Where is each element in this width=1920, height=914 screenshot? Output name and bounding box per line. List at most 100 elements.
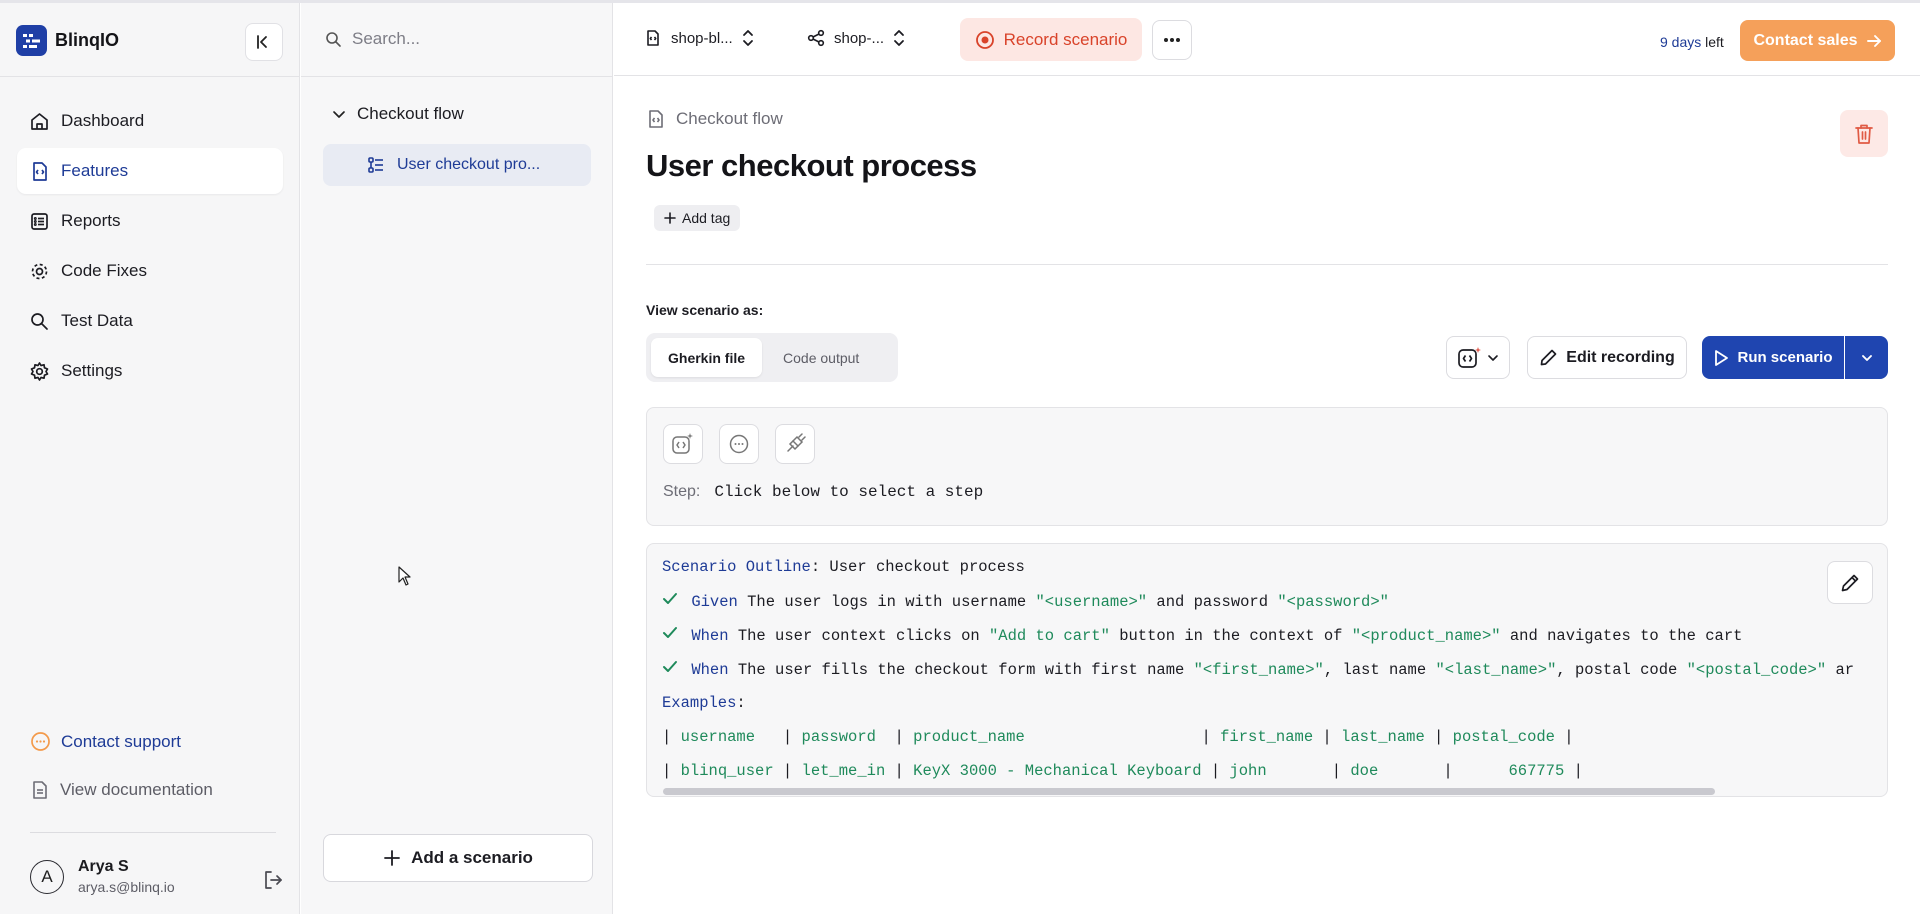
nav-label-settings: Settings [61, 361, 123, 380]
home-icon [31, 112, 48, 130]
breadcrumb[interactable]: Checkout flow [646, 109, 783, 129]
search-input[interactable]: Search... [325, 29, 420, 49]
gherkin-step[interactable]: When The user fills the checkout form wi… [662, 660, 1854, 679]
tree-folder-checkout-flow[interactable]: Checkout flow [331, 104, 464, 124]
step-text: and navigates to the cart [1500, 627, 1743, 645]
nav-item-code-fixes[interactable]: Code Fixes [17, 248, 283, 294]
table-cell: first_name [1220, 728, 1314, 746]
tree-item-label: User checkout pro... [397, 156, 541, 173]
user-profile[interactable]: A Arya S arya.s@blinq.io [30, 858, 175, 895]
nav-item-features[interactable]: Features [17, 148, 283, 194]
table-cell: john [1229, 762, 1323, 780]
view-documentation-link[interactable]: View documentation [30, 780, 213, 800]
step-keyword: When [691, 661, 729, 679]
project-selector[interactable]: shop-bl... [644, 29, 754, 47]
comment-step-button[interactable] [719, 424, 759, 464]
nav-label-dashboard: Dashboard [61, 111, 145, 130]
logout-button[interactable] [262, 869, 284, 896]
step-text: , last name [1323, 661, 1436, 679]
gherkin-step[interactable]: When The user context clicks on "Add to … [662, 626, 1742, 645]
nav-item-dashboard[interactable]: Dashboard [17, 98, 283, 144]
step-text: The user fills the checkout form with fi… [728, 661, 1194, 679]
gherkin-editor[interactable]: Scenario Outline: User checkout process … [646, 543, 1888, 797]
more-options-button[interactable] [1152, 20, 1192, 60]
project-name: shop-bl... [671, 29, 733, 47]
updown-chevron-icon [742, 30, 753, 46]
branch-name: shop-... [834, 29, 885, 47]
scenario-outline-line[interactable]: Scenario Outline: User checkout process [662, 558, 1025, 576]
logo-icon [16, 25, 47, 56]
edit-gherkin-button[interactable] [1827, 561, 1873, 604]
trial-status: 9 days left [1660, 34, 1724, 50]
list-icon [31, 212, 48, 230]
tab-code-output[interactable]: Code output [766, 338, 876, 377]
horizontal-scrollbar[interactable] [663, 788, 1715, 795]
table-cell: KeyX 3000 - Mechanical Keyboard [913, 762, 1202, 780]
view-as-label: View scenario as: [646, 302, 764, 318]
table-cell: postal_code [1452, 728, 1555, 746]
step-selection-row: Step: Click below to select a step [663, 483, 983, 501]
cog-icon [31, 263, 48, 279]
project-file-icon [647, 30, 659, 46]
edit-recording-button[interactable]: Edit recording [1527, 336, 1687, 379]
record-scenario-button[interactable]: Record scenario [960, 18, 1142, 61]
play-icon [1715, 349, 1729, 366]
nav-item-settings[interactable]: Settings [17, 348, 283, 394]
examples-data-row[interactable]: | blinq_user | let_me_in | KeyX 3000 - M… [662, 762, 1583, 780]
pencil-icon [1841, 574, 1859, 591]
user-name: Arya S [78, 858, 129, 875]
contact-support-link[interactable]: Contact support [30, 731, 181, 752]
more-horizontal-icon [1164, 38, 1180, 42]
brand[interactable]: BlinqIO [16, 25, 119, 56]
examples-line[interactable]: Examples: [662, 694, 746, 712]
branch-selector[interactable]: shop-... [807, 29, 905, 47]
chevron-down-icon [1488, 354, 1498, 361]
nav-item-test-data[interactable]: Test Data [17, 298, 283, 344]
table-cell: let_me_in [801, 762, 886, 780]
divider [301, 76, 613, 77]
step-param: "<product_name>" [1351, 627, 1501, 645]
updown-chevron-icon [894, 30, 904, 46]
step-text: and password [1147, 593, 1278, 611]
add-scenario-button[interactable]: Add a scenario [323, 834, 593, 882]
add-tag-button[interactable]: Add tag [654, 205, 741, 231]
step-value: Click below to select a step [714, 483, 984, 501]
run-options-dropdown[interactable] [1845, 336, 1888, 379]
record-scenario-label: Record scenario [1003, 29, 1128, 49]
gherkin-step[interactable]: Given The user logs in with username "<u… [662, 592, 1389, 611]
collapse-sidebar-button[interactable] [245, 23, 283, 61]
link-step-button[interactable] [775, 424, 815, 464]
plus-icon [664, 212, 676, 224]
breadcrumb-label: Checkout flow [676, 109, 783, 128]
delete-scenario-button[interactable] [1840, 110, 1888, 157]
divider [0, 76, 300, 77]
contact-sales-label: Contact sales [1753, 31, 1858, 49]
chevron-down-icon [1861, 354, 1872, 361]
ai-generate-step-button[interactable] [663, 424, 703, 464]
step-param: "Add to cart" [988, 627, 1110, 645]
gear-icon [30, 361, 49, 381]
nav-label-test-data: Test Data [61, 311, 133, 330]
tab-gherkin-file[interactable]: Gherkin file [651, 338, 763, 377]
nav-item-reports[interactable]: Reports [17, 198, 283, 244]
view-tabs: Gherkin file Code output [646, 333, 898, 382]
nav-label-code-fixes: Code Fixes [61, 261, 147, 280]
ai-code-icon [672, 433, 693, 454]
sidebar: BlinqIO Dashboard Features Reports Code … [0, 3, 300, 914]
contact-sales-button[interactable]: Contact sales [1740, 20, 1895, 61]
step-param: "<password>" [1277, 593, 1389, 611]
tree-folder-label: Checkout flow [357, 104, 464, 123]
tree-item-user-checkout[interactable]: User checkout pro... [323, 144, 591, 186]
run-scenario-button[interactable]: Run scenario [1702, 336, 1844, 379]
step-param: "<postal_code>" [1686, 661, 1827, 679]
examples-header-row[interactable]: | username | password | product_name | f… [662, 728, 1574, 746]
outline-title: : User checkout process [810, 558, 1025, 576]
edit-recording-label: Edit recording [1566, 348, 1675, 366]
outline-keyword: Scenario Outline [662, 558, 811, 576]
add-scenario-label: Add a scenario [411, 848, 533, 867]
top-bar: shop-bl... shop-... Record scenario 9 da… [614, 3, 1920, 76]
mouse-cursor-icon [398, 566, 411, 586]
step-keyword: Given [691, 593, 738, 611]
run-scenario-label: Run scenario [1737, 349, 1833, 366]
ai-assist-dropdown[interactable] [1446, 336, 1510, 379]
